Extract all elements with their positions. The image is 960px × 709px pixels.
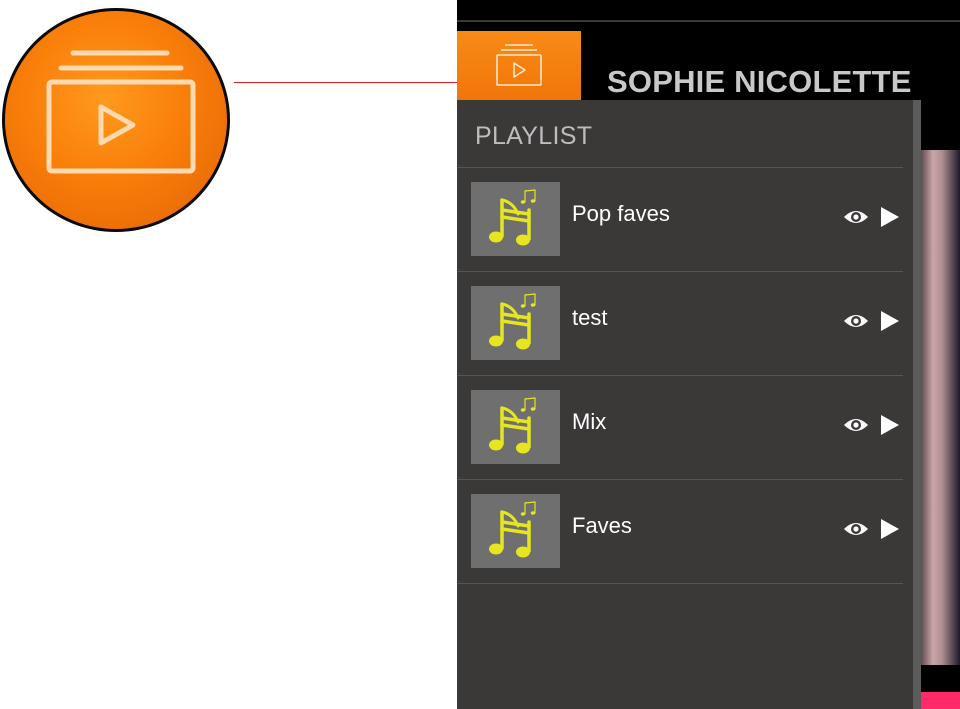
playlist-toggle-button[interactable] [457,31,581,101]
playlist-item-1[interactable]: Pop faves [457,168,903,272]
playlist-panel-header: PLAYLIST [457,100,903,168]
progress-accent-bar [915,692,960,709]
playlist-item-name: test [572,305,608,330]
play-icon[interactable] [879,413,901,437]
music-note-icon [489,189,536,246]
callout-connector-line [234,82,470,83]
playlist-panel: PLAYLIST Pop faves test Mix Faves [457,100,913,709]
playlist-item-4[interactable]: Faves [457,480,903,584]
eye-icon[interactable] [843,415,869,435]
playlist-item-3[interactable]: Mix [457,376,903,480]
music-note-icon [489,501,536,558]
playlist-item-2[interactable]: test [457,272,903,376]
music-note-icon [489,397,536,454]
artist-name-title: SOPHIE NICOLETTE [607,64,912,99]
video-preview-edge [915,150,960,665]
play-icon[interactable] [879,517,901,541]
play-icon[interactable] [879,309,901,333]
eye-icon[interactable] [843,311,869,331]
playlist-icon-zoom-callout [2,8,230,232]
playlist-item-name: Faves [572,513,632,538]
playlist-thumbnail [471,390,560,464]
top-divider [457,20,960,22]
music-note-icon [489,293,536,350]
playlist-panel-title: PLAYLIST [475,122,593,150]
play-icon[interactable] [879,205,901,229]
playlist-item-name: Pop faves [572,201,670,226]
eye-icon[interactable] [843,207,869,227]
playlist-video-icon [496,44,542,86]
playlist-video-icon [46,50,196,174]
app-screenshot: SOPHIE NICOLETTE PLAYLIST Pop faves test… [457,0,960,709]
playlist-scrollbar[interactable] [913,100,921,709]
playlist-thumbnail [471,286,560,360]
playlist-thumbnail [471,494,560,568]
playlist-item-name: Mix [572,409,607,434]
playlist-thumbnail [471,182,560,256]
eye-icon[interactable] [843,519,869,539]
